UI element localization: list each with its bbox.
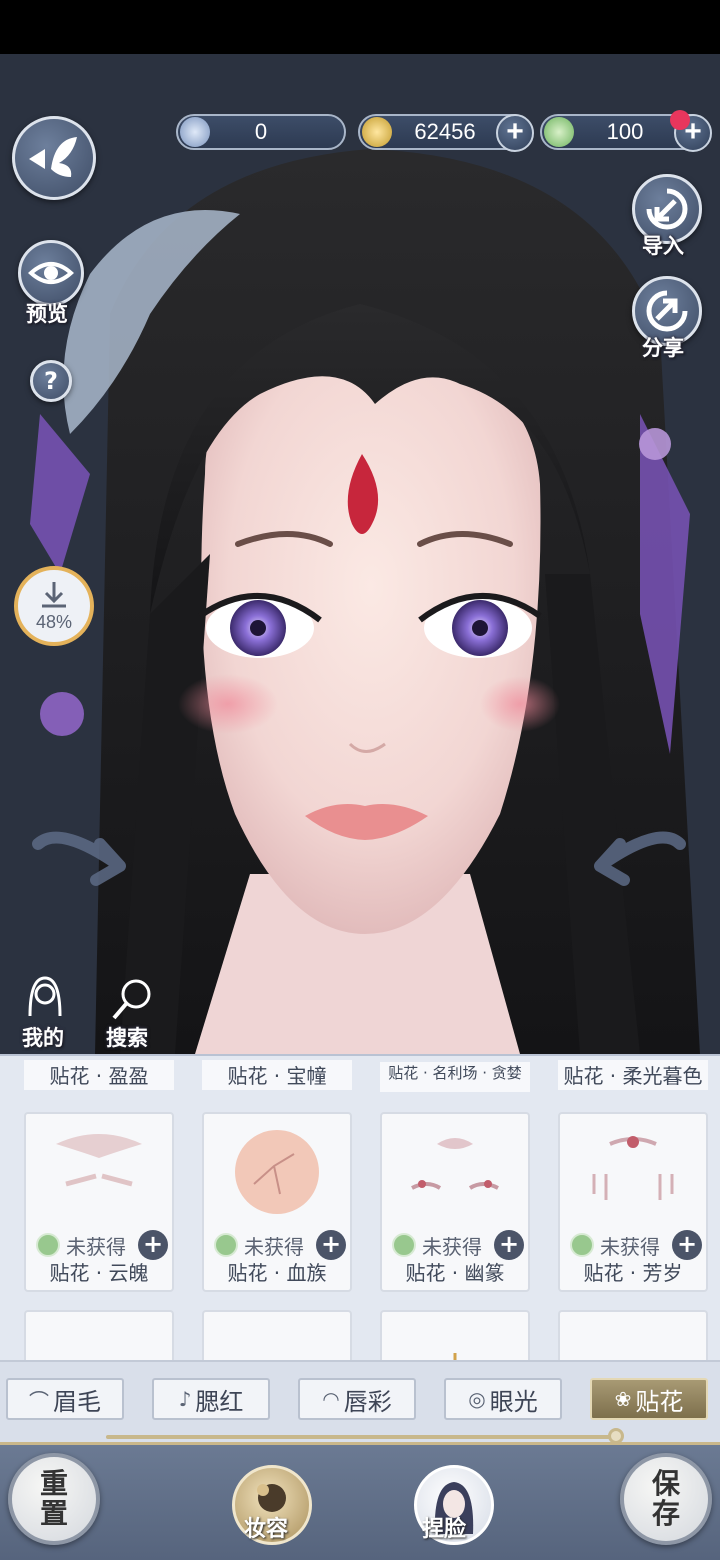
mine-button[interactable] bbox=[22, 972, 68, 1020]
item-card[interactable] bbox=[558, 1310, 708, 1360]
import-label: 导入 bbox=[642, 234, 684, 258]
item-card[interactable] bbox=[24, 1310, 174, 1360]
item-status: 未获得 + bbox=[392, 1230, 524, 1260]
item-name: 贴花 · 血族 bbox=[227, 1261, 327, 1285]
status-bar bbox=[0, 0, 720, 54]
item-card[interactable] bbox=[380, 1310, 530, 1360]
save-label: 保存 bbox=[651, 1467, 680, 1530]
save-button[interactable]: 保存 bbox=[620, 1453, 712, 1545]
tab-decal[interactable]: ❀ 贴花 bbox=[590, 1378, 708, 1420]
leaf-icon bbox=[570, 1233, 594, 1257]
add-button[interactable]: + bbox=[316, 1230, 346, 1260]
item-name: 贴花 · 芳岁 bbox=[583, 1261, 683, 1285]
lips-icon: ◠ bbox=[322, 1387, 340, 1411]
item-card[interactable]: 未获得 + 贴花 · 血族 bbox=[202, 1112, 352, 1292]
eye-icon bbox=[28, 262, 74, 284]
help-icon: ? bbox=[44, 367, 58, 395]
token-icon bbox=[544, 117, 574, 147]
jade-icon bbox=[180, 117, 210, 147]
character-render bbox=[30, 149, 700, 1054]
decal-thumbnail bbox=[204, 1312, 350, 1360]
mine-label: 我的 bbox=[22, 1026, 64, 1050]
leaf-icon bbox=[392, 1233, 416, 1257]
add-button[interactable]: + bbox=[494, 1230, 524, 1260]
item-card[interactable] bbox=[202, 1310, 352, 1360]
reset-button[interactable]: 重置 bbox=[8, 1453, 100, 1545]
decal-thumbnail bbox=[56, 1134, 142, 1187]
add-button[interactable]: + bbox=[672, 1230, 702, 1260]
item-card[interactable]: 未获得 + 贴花 · 云魄 bbox=[24, 1112, 174, 1292]
eye-light-icon: ◎ bbox=[468, 1387, 486, 1411]
item-name: 贴花 · 云魄 bbox=[49, 1261, 149, 1285]
help-button[interactable]: ? bbox=[30, 360, 72, 402]
item-label: 贴花 · 盈盈 bbox=[24, 1060, 174, 1090]
status-text: 未获得 bbox=[600, 1234, 660, 1259]
butterfly-back-icon bbox=[29, 137, 77, 177]
status-text: 未获得 bbox=[66, 1234, 126, 1259]
tab-brow[interactable]: ⌒ 眉毛 bbox=[6, 1378, 124, 1420]
tab-blush[interactable]: ♪ 腮红 bbox=[152, 1378, 270, 1420]
brow-icon: ⌒ bbox=[29, 1388, 49, 1413]
item-status: 未获得 + bbox=[570, 1230, 702, 1260]
bottom-nav: 重置 妆容 捏脸 保存 bbox=[0, 1442, 720, 1560]
decal-thumbnail bbox=[453, 1353, 457, 1360]
add-coins-button[interactable]: + bbox=[496, 114, 534, 152]
item-panel[interactable]: 贴花 · 盈盈 贴花 · 宝幢 贴花 · 名利场 · 贪婪 贴花 · 柔光暮色 … bbox=[0, 1054, 720, 1360]
download-percent: 48% bbox=[35, 612, 73, 632]
search-icon bbox=[112, 979, 151, 1020]
jade-value: 0 bbox=[254, 119, 268, 144]
back-button[interactable] bbox=[12, 116, 96, 200]
jade-balance: 0 bbox=[176, 114, 346, 150]
reset-label: 重置 bbox=[39, 1467, 68, 1530]
item-status: 未获得 + bbox=[214, 1230, 346, 1260]
leaf-icon bbox=[214, 1233, 238, 1257]
coin-value: 62456 bbox=[414, 119, 476, 144]
heart-decal-thumbnail bbox=[560, 1312, 706, 1360]
download-progress[interactable]: 48% bbox=[14, 566, 94, 646]
category-scroll-indicator bbox=[106, 1435, 614, 1439]
share-label: 分享 bbox=[642, 336, 684, 360]
leaf-icon bbox=[36, 1233, 60, 1257]
face-label: 捏脸 bbox=[422, 1517, 467, 1542]
add-button[interactable]: + bbox=[138, 1230, 168, 1260]
decal-thumbnail bbox=[235, 1130, 319, 1214]
preview-label: 预览 bbox=[26, 302, 68, 326]
tab-label: 腮红 bbox=[195, 1387, 244, 1416]
tab-label: 眉毛 bbox=[53, 1387, 101, 1416]
tab-lips[interactable]: ◠ 唇彩 bbox=[298, 1378, 416, 1420]
lotus-icon: ❀ bbox=[614, 1387, 632, 1411]
item-label: 贴花 · 柔光暮色 bbox=[558, 1060, 708, 1090]
search-label: 搜索 bbox=[106, 1026, 148, 1050]
item-status: 未获得 + bbox=[36, 1230, 168, 1260]
tab-label: 贴花 bbox=[635, 1387, 684, 1416]
item-card[interactable]: 未获得 + 贴花 · 芳岁 bbox=[558, 1112, 708, 1292]
decal-thumbnail bbox=[411, 1138, 499, 1190]
token-value: 100 bbox=[606, 119, 644, 144]
profile-icon bbox=[28, 976, 62, 1017]
item-label: 贴花 · 宝幢 bbox=[202, 1060, 352, 1090]
tab-eye-light[interactable]: ◎ 眼光 bbox=[444, 1378, 562, 1420]
preview-button[interactable] bbox=[18, 240, 84, 306]
decal-thumbnail bbox=[592, 1136, 674, 1200]
item-card[interactable]: 未获得 + 贴花 · 幽篆 bbox=[380, 1112, 530, 1292]
tab-label: 眼光 bbox=[489, 1387, 538, 1416]
coin-icon bbox=[362, 117, 392, 147]
blush-icon: ♪ bbox=[178, 1387, 192, 1411]
notification-dot bbox=[670, 110, 690, 130]
search-button[interactable] bbox=[110, 976, 156, 1022]
status-text: 未获得 bbox=[422, 1234, 482, 1259]
makeup-label: 妆容 bbox=[244, 1517, 289, 1542]
coin-balance: 62456 + bbox=[358, 114, 534, 152]
token-balance: 100 + bbox=[540, 110, 712, 152]
decal-thumbnail bbox=[26, 1312, 172, 1360]
character-viewport[interactable]: 0 62456 + 100 + 预览 ? 48% 导入 分享 我的 搜索 bbox=[0, 54, 720, 1054]
item-label: 贴花 · 名利场 · 贪婪 bbox=[380, 1062, 530, 1092]
download-icon bbox=[42, 582, 66, 608]
category-bar: ⌒ 眉毛 ♪ 腮红 ◠ 唇彩 ◎ 眼光 ❀ 贴花 bbox=[0, 1360, 720, 1444]
item-name: 贴花 · 幽篆 bbox=[405, 1261, 505, 1285]
status-text: 未获得 bbox=[244, 1234, 304, 1259]
tab-label: 唇彩 bbox=[343, 1387, 392, 1416]
